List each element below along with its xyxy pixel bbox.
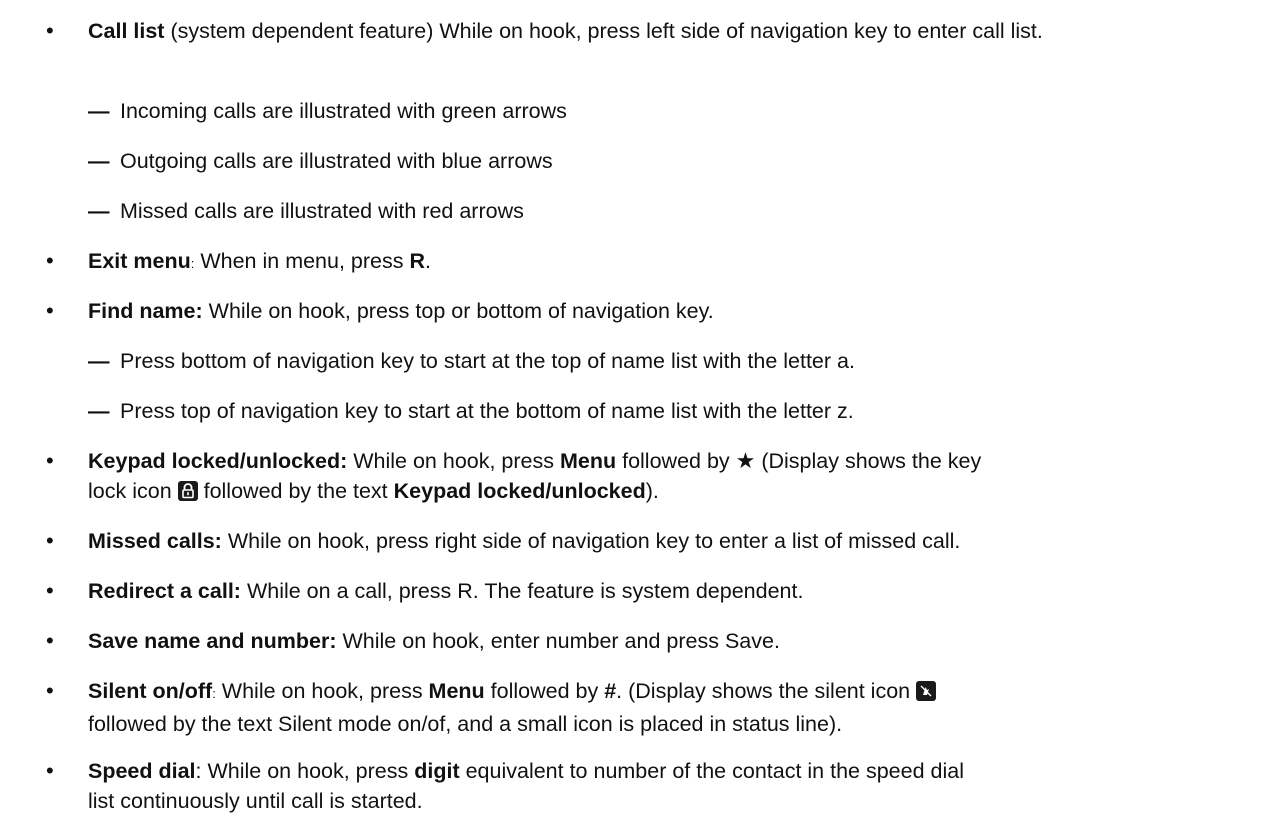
sub-item-text: Press top of navigation key to start at … bbox=[120, 399, 854, 423]
item-title: Call list bbox=[88, 19, 165, 43]
bullet: • bbox=[46, 248, 54, 273]
item-title: Keypad locked/unlocked: bbox=[88, 449, 348, 473]
silent-icon bbox=[916, 681, 937, 701]
item-title: Silent on/off bbox=[88, 679, 213, 703]
bullet: • bbox=[46, 18, 54, 43]
item-title: Missed calls: bbox=[88, 529, 222, 553]
bullet: • bbox=[46, 298, 54, 323]
sub-item-text: Incoming calls are illustrated with gree… bbox=[120, 99, 567, 123]
bullet: • bbox=[46, 578, 54, 603]
dash: — bbox=[88, 99, 110, 123]
bullet: • bbox=[46, 448, 54, 473]
dash: — bbox=[88, 149, 110, 173]
bullet: • bbox=[46, 758, 54, 783]
item-title: Redirect a call: bbox=[88, 579, 241, 603]
item-title: Save name and number: bbox=[88, 629, 337, 653]
sub-item-text: Press bottom of navigation key to start … bbox=[120, 349, 855, 373]
item-text: While on hook, press top or bottom of na… bbox=[202, 299, 714, 323]
dash: — bbox=[88, 349, 110, 373]
lock-icon bbox=[177, 481, 198, 501]
item-text: While on hook, press right side of navig… bbox=[221, 529, 961, 553]
dash: — bbox=[88, 199, 110, 223]
item-text: While on a call, press R. The feature is… bbox=[240, 579, 804, 603]
sub-item-text: Outgoing calls are illustrated with blue… bbox=[120, 149, 553, 173]
bullet: • bbox=[46, 628, 54, 653]
star-icon: ★ bbox=[735, 448, 756, 473]
bullet: • bbox=[46, 528, 54, 553]
item-text: While on hook, enter number and press Sa… bbox=[336, 629, 780, 653]
item-title: Exit menu bbox=[88, 249, 191, 273]
sub-item-text: Missed calls are illustrated with red ar… bbox=[120, 199, 524, 223]
instruction-list: • Call list (system dependent feature) W… bbox=[0, 0, 1266, 834]
item-title: Find name: bbox=[88, 299, 203, 323]
bullet: • bbox=[46, 678, 54, 703]
item-text: (system dependent feature) While on hook… bbox=[164, 19, 1043, 43]
item-title: Speed dial bbox=[88, 759, 196, 783]
dash: — bbox=[88, 399, 110, 423]
